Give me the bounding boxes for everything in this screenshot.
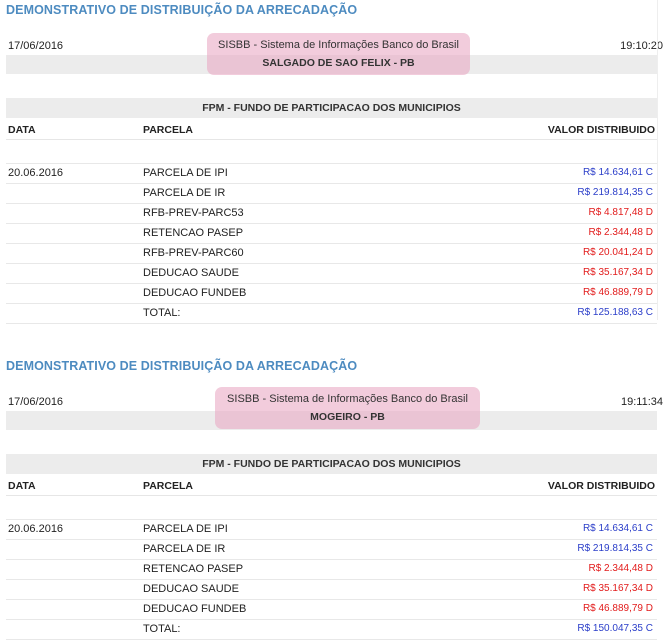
row-parcel: RFB-PREV-PARC60	[143, 247, 244, 259]
table-row: RFB-PREV-PARC60 R$ 20.041,24 D	[6, 243, 657, 263]
fund-title: FPM - FUNDO DE PARTICIPACAO DOS MUNICIPI…	[202, 458, 461, 470]
row-value: R$ 219.814,35 C	[577, 543, 653, 554]
highlight-box: SISBB - Sistema de Informações Banco do …	[215, 387, 480, 429]
table-row-total: TOTAL: R$ 150.047,35 C	[6, 619, 657, 640]
row-value: R$ 14.634,61 C	[582, 167, 653, 178]
column-header-parcel: PARCELA	[143, 124, 193, 136]
row-value: R$ 46.889,79 D	[582, 603, 653, 614]
table-row: RETENCAO PASEP R$ 2.344,48 D	[6, 223, 657, 243]
highlight-box: SISBB - Sistema de Informações Banco do …	[207, 33, 470, 75]
table-row: PARCELA DE IR R$ 219.814,35 C	[6, 539, 657, 559]
report-title: DEMONSTRATIVO DE DISTRIBUIÇÃO DA ARRECAD…	[6, 3, 358, 17]
row-parcel: DEDUCAO SAUDE	[143, 267, 239, 279]
table-row: DEDUCAO SAUDE R$ 35.167,34 D	[6, 263, 657, 283]
row-value: R$ 150.047,35 C	[577, 623, 653, 634]
table-row: DEDUCAO SAUDE R$ 35.167,34 D	[6, 579, 657, 599]
table-row: PARCELA DE IR R$ 219.814,35 C	[6, 183, 657, 203]
fund-title-band: FPM - FUNDO DE PARTICIPACAO DOS MUNICIPI…	[6, 454, 657, 474]
row-parcel: RETENCAO PASEP	[143, 563, 244, 575]
fund-title: FPM - FUNDO DE PARTICIPACAO DOS MUNICIPI…	[202, 102, 461, 114]
table-row: RFB-PREV-PARC53 R$ 4.817,48 D	[6, 203, 657, 223]
table-row: 20.06.2016 PARCELA DE IPI R$ 14.634,61 C	[6, 519, 657, 539]
row-parcel: PARCELA DE IPI	[143, 167, 228, 179]
row-parcel: TOTAL:	[143, 307, 181, 319]
row-value: R$ 46.889,79 D	[582, 287, 653, 298]
row-parcel: DEDUCAO FUNDEB	[143, 287, 247, 299]
row-parcel: RETENCAO PASEP	[143, 227, 244, 239]
distribution-table: 20.06.2016 PARCELA DE IPI R$ 14.634,61 C…	[6, 163, 657, 324]
header-divider	[6, 495, 657, 496]
column-header-parcel: PARCELA	[143, 480, 193, 492]
row-parcel: TOTAL:	[143, 623, 181, 635]
distribution-table: 20.06.2016 PARCELA DE IPI R$ 14.634,61 C…	[6, 519, 657, 640]
row-parcel: PARCELA DE IR	[143, 187, 226, 199]
row-parcel: PARCELA DE IR	[143, 543, 226, 555]
table-row: RETENCAO PASEP R$ 2.344,48 D	[6, 559, 657, 579]
row-parcel: DEDUCAO FUNDEB	[143, 603, 247, 615]
right-divider	[657, 0, 658, 320]
column-header-value: VALOR DISTRIBUIDO	[547, 124, 655, 136]
column-header-value: VALOR DISTRIBUIDO	[547, 480, 655, 492]
row-date: 20.06.2016	[8, 523, 64, 535]
table-row: 20.06.2016 PARCELA DE IPI R$ 14.634,61 C	[6, 163, 657, 183]
column-header-date: DATA	[8, 480, 36, 492]
system-name: SISBB - Sistema de Informações Banco do …	[218, 39, 459, 51]
row-value: R$ 4.817,48 D	[588, 207, 654, 218]
report-time: 19:11:34	[620, 396, 663, 408]
row-value: R$ 2.344,48 D	[588, 563, 654, 574]
report-date: 17/06/2016	[8, 396, 64, 408]
table-row: DEDUCAO FUNDEB R$ 46.889,79 D	[6, 599, 657, 619]
column-header-date: DATA	[8, 124, 36, 136]
row-value: R$ 35.167,34 D	[582, 267, 653, 278]
report-title: DEMONSTRATIVO DE DISTRIBUIÇÃO DA ARRECAD…	[6, 359, 358, 373]
row-date: 20.06.2016	[8, 167, 64, 179]
municipality-name: SALGADO DE SAO FELIX - PB	[262, 57, 415, 69]
row-value: R$ 219.814,35 C	[577, 187, 653, 198]
municipality-name: MOGEIRO - PB	[310, 411, 385, 423]
header-divider	[6, 139, 657, 140]
table-row: DEDUCAO FUNDEB R$ 46.889,79 D	[6, 283, 657, 303]
row-value: R$ 2.344,48 D	[588, 227, 654, 238]
row-parcel: PARCELA DE IPI	[143, 523, 228, 535]
system-name: SISBB - Sistema de Informações Banco do …	[227, 393, 468, 405]
table-row-total: TOTAL: R$ 125.188,63 C	[6, 303, 657, 324]
row-value: R$ 35.167,34 D	[582, 583, 653, 594]
row-value: R$ 20.041,24 D	[582, 247, 653, 258]
row-parcel: RFB-PREV-PARC53	[143, 207, 244, 219]
row-value: R$ 14.634,61 C	[582, 523, 653, 534]
report-date: 17/06/2016	[8, 40, 64, 52]
row-value: R$ 125.188,63 C	[577, 307, 653, 318]
fund-title-band: FPM - FUNDO DE PARTICIPACAO DOS MUNICIPI…	[6, 98, 657, 118]
row-parcel: DEDUCAO SAUDE	[143, 583, 239, 595]
